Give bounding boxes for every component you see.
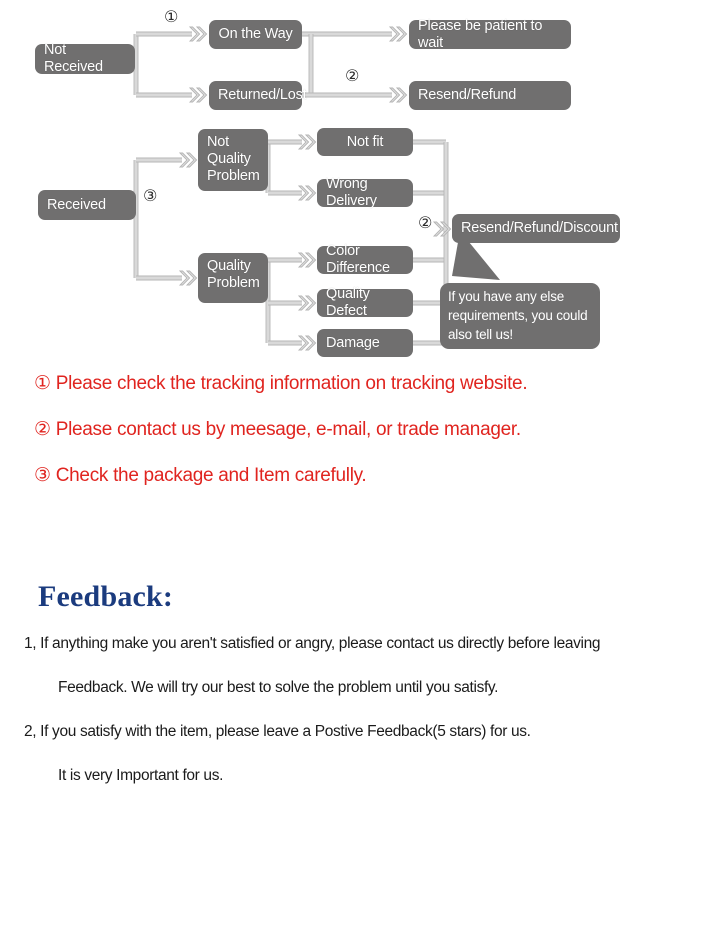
else-requirements-bubble: If you have any else requirements, you c… <box>440 283 600 349</box>
flow-node-resend-refund: Resend/Refund <box>409 81 571 110</box>
marker-1-top-marker: ① <box>164 7 179 26</box>
arrow-to-resend-refund <box>389 87 408 103</box>
flow-node-not-received: Not Received <box>35 42 135 75</box>
flow-node-please-wait: Please be patient to wait <box>409 18 571 51</box>
marker-2-top-marker: ② <box>345 66 360 85</box>
flow-node-quality-problem: Quality Problem <box>198 253 268 303</box>
marker-3-received-marker: ③ <box>143 186 158 205</box>
arrow-to-quality-problem <box>179 270 198 286</box>
shipping-issue-flowchart: .ln { fill:none; stroke:#d9d9d9; stroke-… <box>0 0 710 370</box>
connector-received-split <box>133 157 182 281</box>
connector-ontheway-to-wait <box>302 31 392 95</box>
connector-quality-children <box>265 257 302 346</box>
feedback-lines: 1, If anything make you aren't satisfied… <box>0 622 710 798</box>
connector-returned-to-resend <box>302 92 392 98</box>
flow-node-wrong-delivery: Wrong Delivery <box>317 176 413 209</box>
arrow-to-please-wait <box>389 26 408 42</box>
flow-node-received: Received <box>38 190 136 220</box>
marker-2-right-marker: ② <box>418 213 433 232</box>
note-text: Check the package and Item carefully. <box>55 465 367 486</box>
note-marker-icon: ③ <box>34 464 51 486</box>
arrow-to-not-quality <box>179 152 198 168</box>
feedback-line: It is very Important for us. <box>58 767 224 784</box>
flow-node-not-quality: Not Quality Problem <box>198 129 268 191</box>
connector-notquality-children <box>265 139 302 196</box>
note-item: ① Please check the tracking information o… <box>34 372 710 395</box>
flow-node-on-the-way: On the Way <box>209 20 302 49</box>
note-text: Please contact us by meesage, e-mail, or… <box>55 419 521 440</box>
flow-node-resend-refund-discount: Resend/Refund/Discount <box>452 214 620 243</box>
note-item: ② Please contact us by meesage, e-mail, o… <box>34 418 710 441</box>
feedback-title: Feedback: <box>38 580 174 613</box>
flow-node-quality-defect: Quality Defect <box>317 286 413 319</box>
feedback-line: 1, If anything make you aren't satisfied… <box>24 635 601 652</box>
note-marker-icon: ① <box>34 372 51 394</box>
feedback-line: 2, If you satisfy with the item, please … <box>24 723 531 740</box>
feedback-section: Feedback: 1, If anything make you aren't… <box>0 580 710 798</box>
note-item: ③ Check the package and Item carefully. <box>34 464 710 487</box>
feedback-line: Feedback. We will try our best to solve … <box>58 679 499 696</box>
flow-node-color-difference: Color Difference <box>317 243 413 276</box>
note-marker-icon: ② <box>34 418 51 440</box>
flow-node-returned-lost: Returned/Lost <box>209 81 307 110</box>
connector-not-received-split <box>133 31 192 98</box>
note-text: Please check the tracking information on… <box>55 373 528 394</box>
flow-node-not-fit: Not fit <box>317 128 413 156</box>
arrow-to-returned-lost <box>189 87 208 103</box>
flow-node-damage: Damage <box>317 329 413 357</box>
numbered-notes-list: ① Please check the tracking information o… <box>0 372 710 510</box>
arrow-to-on-the-way <box>189 26 208 42</box>
